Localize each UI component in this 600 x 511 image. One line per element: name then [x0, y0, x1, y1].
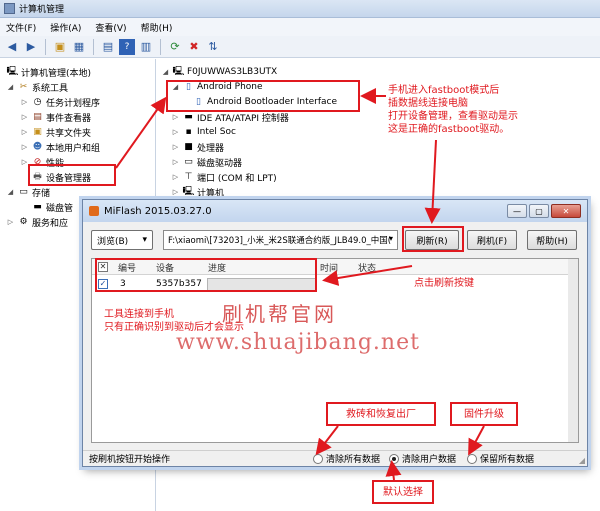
arrow-to-keep-all — [468, 425, 485, 456]
arrow-to-clear-all — [315, 425, 339, 456]
arrow-to-device-row — [322, 265, 413, 286]
arrow-to-refresh — [424, 139, 441, 224]
arrow-to-device-manager — [115, 96, 167, 169]
annotation-arrows — [115, 88, 485, 481]
arrow-to-clear-user — [385, 460, 402, 481]
